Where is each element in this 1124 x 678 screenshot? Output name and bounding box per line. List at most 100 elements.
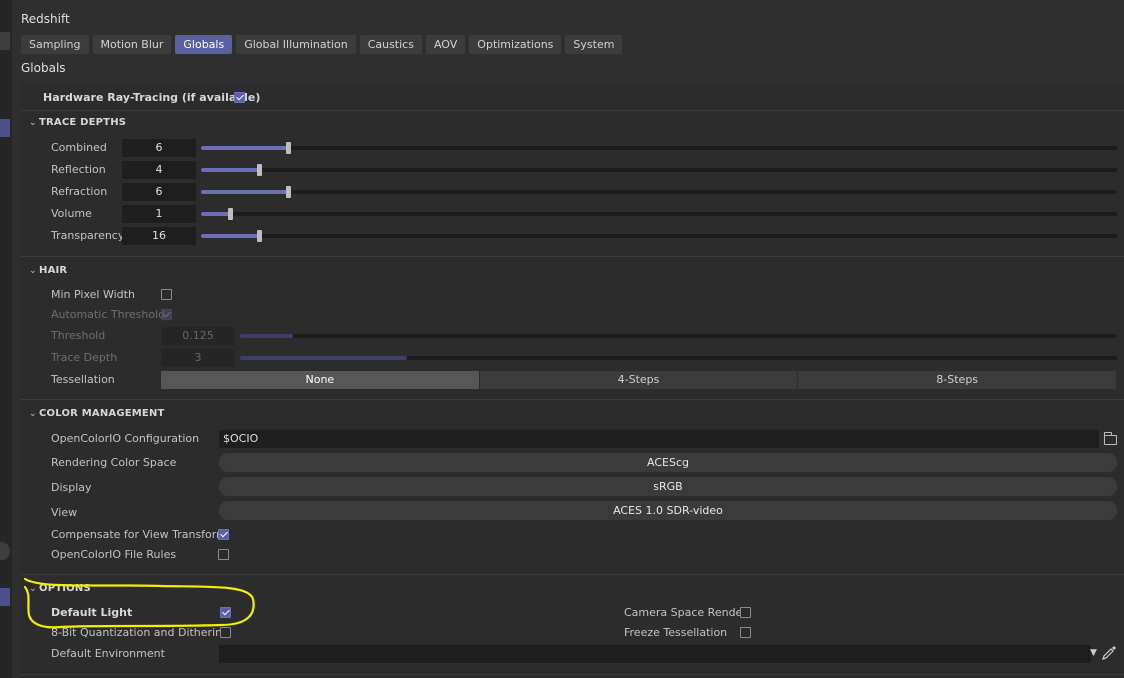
trace-depth-row-combined: Combined 6 <box>21 138 1124 158</box>
min-pixel-width-row: Min Pixel Width <box>21 285 1124 305</box>
freeze-tessellation-checkbox[interactable] <box>740 627 751 638</box>
color-management-header[interactable]: ⌄ COLOR MANAGEMENT <box>29 408 165 419</box>
view-row: View ACES 1.0 SDR-video <box>21 501 1124 523</box>
view-dropdown[interactable]: ACES 1.0 SDR-video <box>219 501 1117 520</box>
ocio-config-label: OpenColorIO Configuration <box>51 432 200 445</box>
tessellation-row: Tessellation None 4-Steps 8-Steps <box>21 370 1124 390</box>
slider-handle[interactable] <box>286 142 291 154</box>
divider <box>21 399 1124 400</box>
volume-input[interactable]: 1 <box>122 205 196 223</box>
default-environment-label: Default Environment <box>51 647 165 660</box>
section-title: Globals <box>21 61 66 75</box>
hair-trace-depth-slider[interactable] <box>240 356 1117 360</box>
chevron-down-icon[interactable]: ▼ <box>1090 648 1097 658</box>
gutter-accent-marker <box>0 119 10 137</box>
transparency-slider[interactable] <box>201 230 1117 242</box>
tab-sampling[interactable]: Sampling <box>21 35 89 54</box>
tab-system[interactable]: System <box>565 35 623 54</box>
rendering-color-space-dropdown[interactable]: ACEScg <box>219 453 1117 472</box>
hair-trace-depth-row: Trace Depth 3 <box>21 348 1124 368</box>
tab-globals[interactable]: Globals <box>175 35 233 54</box>
combined-label: Combined <box>51 141 107 154</box>
gutter-accent-marker <box>0 588 10 606</box>
reflection-label: Reflection <box>51 163 106 176</box>
quantization-row: 8-Bit Quantization and Dithering Freeze … <box>21 623 1124 643</box>
compensate-label: Compensate for View Transform <box>51 528 227 541</box>
slider-fill <box>201 234 259 238</box>
camera-space-label: Camera Space Render <box>624 606 747 619</box>
combined-slider[interactable] <box>201 142 1117 154</box>
default-light-checkbox[interactable] <box>220 607 231 618</box>
eyedropper-icon[interactable] <box>1101 645 1117 661</box>
refraction-label: Refraction <box>51 185 108 198</box>
tab-motion-blur[interactable]: Motion Blur <box>92 35 172 54</box>
tessellation-option-4-steps[interactable]: 4-Steps <box>479 371 799 389</box>
compensate-row: Compensate for View Transform <box>21 525 1124 545</box>
transparency-input[interactable]: 16 <box>122 227 196 245</box>
trace-depths-header[interactable]: ⌄ TRACE DEPTHS <box>29 117 126 128</box>
hardware-rt-checkbox[interactable] <box>234 92 245 103</box>
volume-slider[interactable] <box>201 208 1117 220</box>
slider-handle[interactable] <box>228 208 233 220</box>
reflection-input[interactable]: 4 <box>122 161 196 179</box>
slider-fill <box>240 356 407 360</box>
left-gutter <box>0 0 12 678</box>
tessellation-option-8-steps[interactable]: 8-Steps <box>798 371 1118 389</box>
file-rules-label: OpenColorIO File Rules <box>51 548 177 561</box>
chevron-down-icon: ⌄ <box>29 118 37 128</box>
chevron-down-icon: ⌄ <box>29 266 37 276</box>
threshold-label: Threshold <box>51 329 106 342</box>
gutter-marker <box>0 32 10 50</box>
min-pixel-width-checkbox[interactable] <box>161 289 172 300</box>
min-pixel-width-label: Min Pixel Width <box>51 288 135 301</box>
rendering-color-space-label: Rendering Color Space <box>51 456 177 469</box>
tessellation-selector: None 4-Steps 8-Steps <box>161 371 1118 389</box>
hair-trace-depth-label: Trace Depth <box>51 351 118 364</box>
folder-icon[interactable] <box>1104 432 1117 445</box>
tab-bar: Sampling Motion Blur Globals Global Illu… <box>21 35 623 54</box>
refraction-input[interactable]: 6 <box>122 183 196 201</box>
tab-caustics[interactable]: Caustics <box>359 35 422 54</box>
tessellation-label: Tessellation <box>51 373 115 386</box>
compensate-checkbox[interactable] <box>218 529 229 540</box>
threshold-input[interactable]: 0.125 <box>161 327 235 345</box>
combined-input[interactable]: 6 <box>122 139 196 157</box>
file-rules-row: OpenColorIO File Rules <box>21 545 1124 565</box>
default-environment-row: Default Environment ▼ <box>21 644 1124 664</box>
tab-global-illumination[interactable]: Global Illumination <box>236 35 356 54</box>
camera-space-checkbox[interactable] <box>740 607 751 618</box>
reflection-slider[interactable] <box>201 164 1117 176</box>
options-header[interactable]: ⌄ OPTIONS <box>29 583 91 594</box>
slider-fill <box>201 212 230 216</box>
slider-handle[interactable] <box>257 164 262 176</box>
default-light-row: Default Light Camera Space Render <box>21 603 1124 623</box>
default-environment-input[interactable] <box>219 645 1091 663</box>
auto-threshold-row: Automatic Threshold <box>21 305 1124 325</box>
tab-aov[interactable]: AOV <box>425 35 466 54</box>
ocio-config-row: OpenColorIO Configuration $OCIO <box>21 429 1124 449</box>
display-row: Display sRGB <box>21 477 1124 498</box>
slider-handle[interactable] <box>257 230 262 242</box>
threshold-slider[interactable] <box>240 334 1117 338</box>
tessellation-option-none[interactable]: None <box>161 371 480 389</box>
rendering-color-space-row: Rendering Color Space ACEScg <box>21 453 1124 473</box>
hair-header[interactable]: ⌄ HAIR <box>29 265 67 276</box>
volume-label: Volume <box>51 207 92 220</box>
panel-title: Redshift <box>21 12 70 26</box>
ocio-config-input[interactable]: $OCIO <box>219 430 1099 448</box>
refraction-slider[interactable] <box>201 186 1117 198</box>
hair-trace-depth-input[interactable]: 3 <box>161 349 235 367</box>
slider-handle[interactable] <box>286 186 291 198</box>
settings-panel: Hardware Ray-Tracing (if available) ⌄ TRA… <box>21 83 1124 678</box>
display-dropdown[interactable]: sRGB <box>219 477 1117 496</box>
freeze-tessellation-label: Freeze Tessellation <box>624 626 728 639</box>
view-label: View <box>51 506 78 519</box>
trace-depth-row-transparency: Transparency 16 <box>21 226 1124 246</box>
trace-depth-row-volume: Volume 1 <box>21 204 1124 224</box>
display-label: Display <box>51 481 92 494</box>
divider <box>21 574 1124 575</box>
auto-threshold-checkbox[interactable] <box>161 309 172 320</box>
file-rules-checkbox[interactable] <box>218 549 229 560</box>
quantization-checkbox[interactable] <box>220 627 231 638</box>
tab-optimizations[interactable]: Optimizations <box>469 35 562 54</box>
